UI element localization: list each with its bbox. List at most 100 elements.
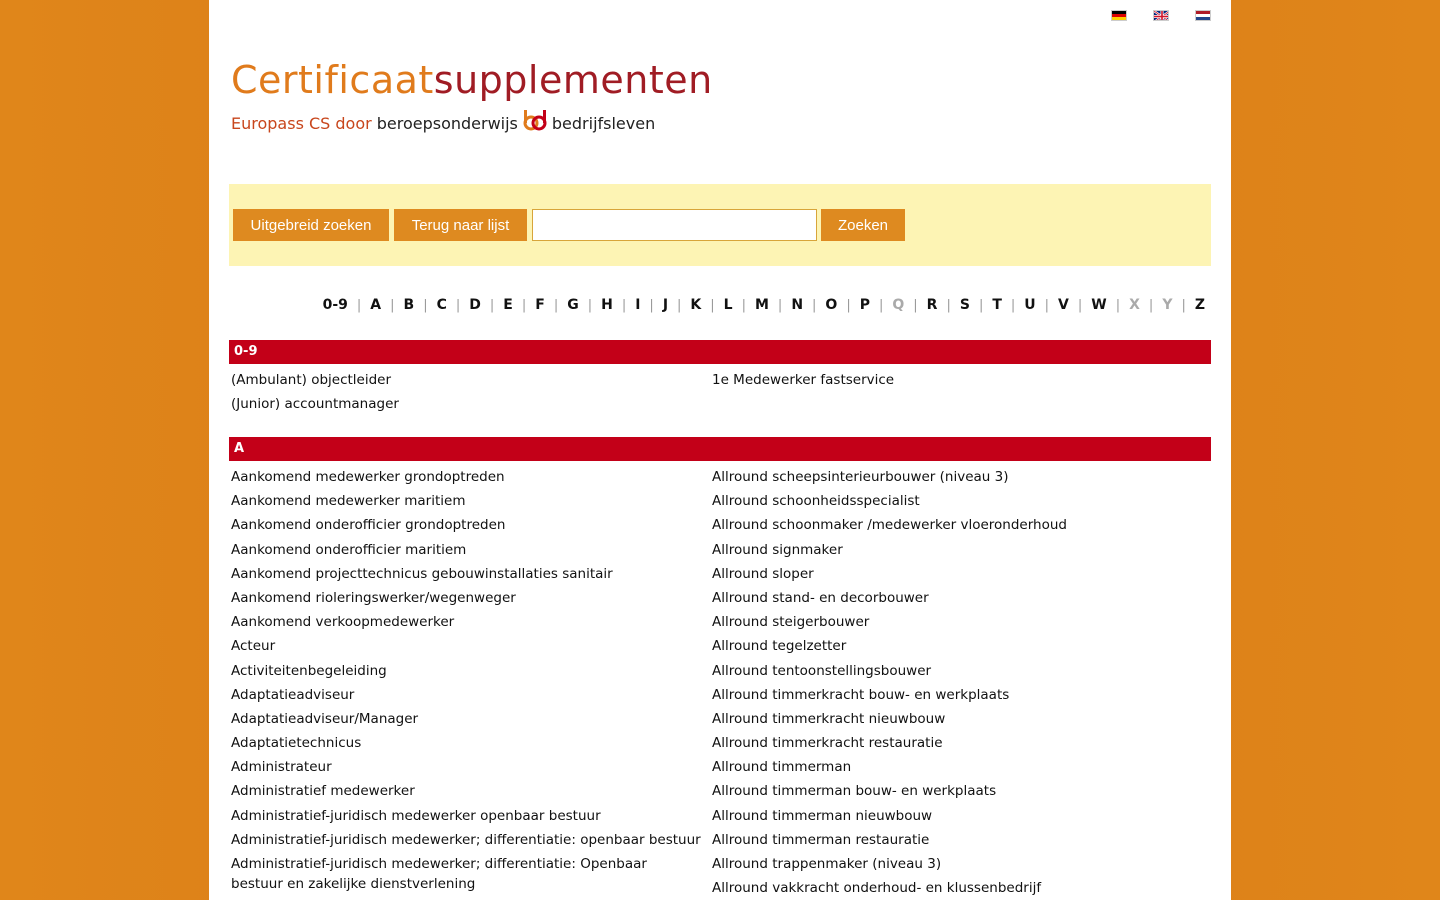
occupation-link[interactable]: 1e Medewerker fastservice (712, 370, 1202, 390)
occupation-link[interactable]: Administratief-juridisch medewerker; dif… (231, 830, 701, 850)
flag-nl-icon[interactable] (1195, 10, 1211, 21)
occupation-link[interactable]: Administratief-juridisch medewerker open… (231, 806, 701, 826)
site-logo[interactable]: Certificaatsupplementen Europass CS door… (231, 56, 713, 138)
alphabet-separator: | (621, 297, 627, 313)
alphabet-separator: | (978, 297, 984, 313)
occupation-link[interactable]: Administrateur (231, 757, 701, 777)
alphabet-link-k[interactable]: K (690, 297, 701, 313)
occupation-link[interactable]: Aankomend projecttechnicus gebouwinstall… (231, 564, 701, 584)
alphabet-link-s[interactable]: S (960, 297, 970, 313)
alphabet-separator: | (1115, 297, 1121, 313)
section-column-right: 1e Medewerker fastservice (712, 370, 1202, 394)
occupation-link[interactable]: Aankomend verkoopmedewerker (231, 612, 701, 632)
logo-subtitle-part1: Europass CS door (231, 113, 372, 133)
alphabet-separator: | (587, 297, 593, 313)
alphabet-link-y: Y (1162, 297, 1173, 313)
back-to-list-button[interactable]: Terug naar lijst (394, 209, 527, 241)
occupation-link[interactable]: Aankomend rioleringswerker/wegenweger (231, 588, 701, 608)
alphabet-separator: | (710, 297, 715, 313)
alphabet-separator: | (846, 297, 851, 313)
logo-title: Certificaatsupplementen (231, 56, 713, 104)
alphabet-link-n[interactable]: N (791, 297, 803, 313)
section-column-left: Aankomend medewerker grondoptreden Aankom… (231, 467, 701, 898)
occupation-link[interactable]: Acteur (231, 636, 701, 656)
alphabet-link-d[interactable]: D (469, 297, 481, 313)
occupation-link[interactable]: Allround timmerman bouw- en werkplaats (712, 781, 1202, 801)
alphabet-link-m[interactable]: M (755, 297, 769, 313)
alphabet-link-h[interactable]: H (601, 297, 613, 313)
occupation-link[interactable]: Adaptatieadviseur/Manager (231, 709, 701, 729)
alphabet-separator: | (741, 297, 746, 313)
occupation-link[interactable]: Allround scheepsinterieurbouwer (niveau … (712, 467, 1202, 487)
alphabet-separator: | (553, 297, 559, 313)
alphabet-link-0-9[interactable]: 0-9 (323, 297, 348, 313)
alphabet-link-u[interactable]: U (1024, 297, 1035, 313)
alphabet-link-j[interactable]: J (663, 297, 668, 313)
occupation-link[interactable]: (Junior) accountmanager (231, 394, 701, 414)
search-input[interactable] (532, 209, 817, 241)
occupation-link[interactable]: Allround timmerman restauratie (712, 830, 1202, 850)
occupation-link[interactable]: Allround signmaker (712, 540, 1202, 560)
alphabet-link-z[interactable]: Z (1195, 297, 1205, 313)
occupation-link[interactable]: Aankomend medewerker maritiem (231, 491, 701, 511)
flag-en-icon[interactable] (1153, 10, 1169, 21)
occupation-link[interactable]: Allround timmerkracht restauratie (712, 733, 1202, 753)
occupation-link[interactable]: Allround vakkracht onderhoud- en klussen… (712, 878, 1202, 898)
occupation-link[interactable]: Allround steigerbouwer (712, 612, 1202, 632)
alphabet-link-t[interactable]: T (992, 297, 1002, 313)
sbb-logo-icon (522, 108, 548, 138)
alphabet-link-r[interactable]: R (927, 297, 938, 313)
alphabet-link-g[interactable]: G (567, 297, 579, 313)
alphabet-separator: | (1181, 297, 1186, 313)
alphabet-link-c[interactable]: C (437, 297, 447, 313)
search-button[interactable]: Zoeken (821, 209, 905, 241)
alphabet-link-o[interactable]: O (825, 297, 837, 313)
alphabet-link-w[interactable]: W (1091, 297, 1106, 313)
occupation-link[interactable]: Aankomend onderofficier maritiem (231, 540, 701, 560)
occupation-link[interactable]: Activiteitenbegeleiding (231, 661, 701, 681)
alphabet-link-q: Q (892, 297, 905, 313)
occupation-link[interactable]: Allround timmerman nieuwbouw (712, 806, 1202, 826)
alphabet-link-a[interactable]: A (370, 297, 381, 313)
alphabet-separator: | (1010, 297, 1016, 313)
alphabet-link-l[interactable]: L (724, 297, 733, 313)
alphabet-separator: | (1044, 297, 1050, 313)
occupation-link[interactable]: Allround timmerkracht bouw- en werkplaat… (712, 685, 1202, 705)
occupation-link[interactable]: Allround schoonheidsspecialist (712, 491, 1202, 511)
section-column-left: (Ambulant) objectleider (Junior) accountm… (231, 370, 701, 418)
occupation-link[interactable]: (Ambulant) objectleider (231, 370, 701, 390)
language-selector (1111, 10, 1211, 21)
alphabet-link-b[interactable]: B (404, 297, 415, 313)
section-header-0-9: 0-9 (229, 340, 1211, 364)
alphabet-link-v[interactable]: V (1058, 297, 1069, 313)
alphabet-separator: | (356, 297, 362, 313)
occupation-link[interactable]: Allround sloper (712, 564, 1202, 584)
logo-subtitle-part2: beroepsonderwijs (376, 113, 518, 133)
occupation-link[interactable]: Allround tegelzetter (712, 636, 1202, 656)
occupation-link[interactable]: Allround timmerkracht nieuwbouw (712, 709, 1202, 729)
alphabet-separator: | (489, 297, 495, 313)
alphabet-separator: | (812, 297, 817, 313)
alphabet-link-i[interactable]: I (635, 297, 640, 313)
occupation-link[interactable]: Allround tentoonstellingsbouwer (712, 661, 1202, 681)
occupation-link[interactable]: Allround stand- en decorbouwer (712, 588, 1202, 608)
occupation-link[interactable]: Allround timmerman (712, 757, 1202, 777)
advanced-search-button[interactable]: Uitgebreid zoeken (233, 209, 389, 241)
occupation-link[interactable]: Aankomend onderofficier grondoptreden (231, 515, 701, 535)
occupation-link[interactable]: Administratief-juridisch medewerker; dif… (231, 854, 701, 894)
occupation-link[interactable]: Allround schoonmaker /medewerker vloeron… (712, 515, 1202, 535)
occupation-link[interactable]: Adaptatietechnicus (231, 733, 701, 753)
alphabet-link-p[interactable]: P (860, 297, 870, 313)
alphabet-link-f[interactable]: F (535, 297, 545, 313)
occupation-link[interactable]: Allround trappenmaker (niveau 3) (712, 854, 1202, 874)
alphabet-separator: | (913, 297, 918, 313)
alphabet-separator: | (677, 297, 682, 313)
alphabet-link-x: X (1129, 297, 1140, 313)
alphabet-link-e[interactable]: E (503, 297, 513, 313)
alphabet-separator: | (1077, 297, 1083, 313)
alphabet-separator: | (777, 297, 783, 313)
occupation-link[interactable]: Aankomend medewerker grondoptreden (231, 467, 701, 487)
occupation-link[interactable]: Adaptatieadviseur (231, 685, 701, 705)
flag-de-icon[interactable] (1111, 10, 1127, 21)
occupation-link[interactable]: Administratief medewerker (231, 781, 701, 801)
